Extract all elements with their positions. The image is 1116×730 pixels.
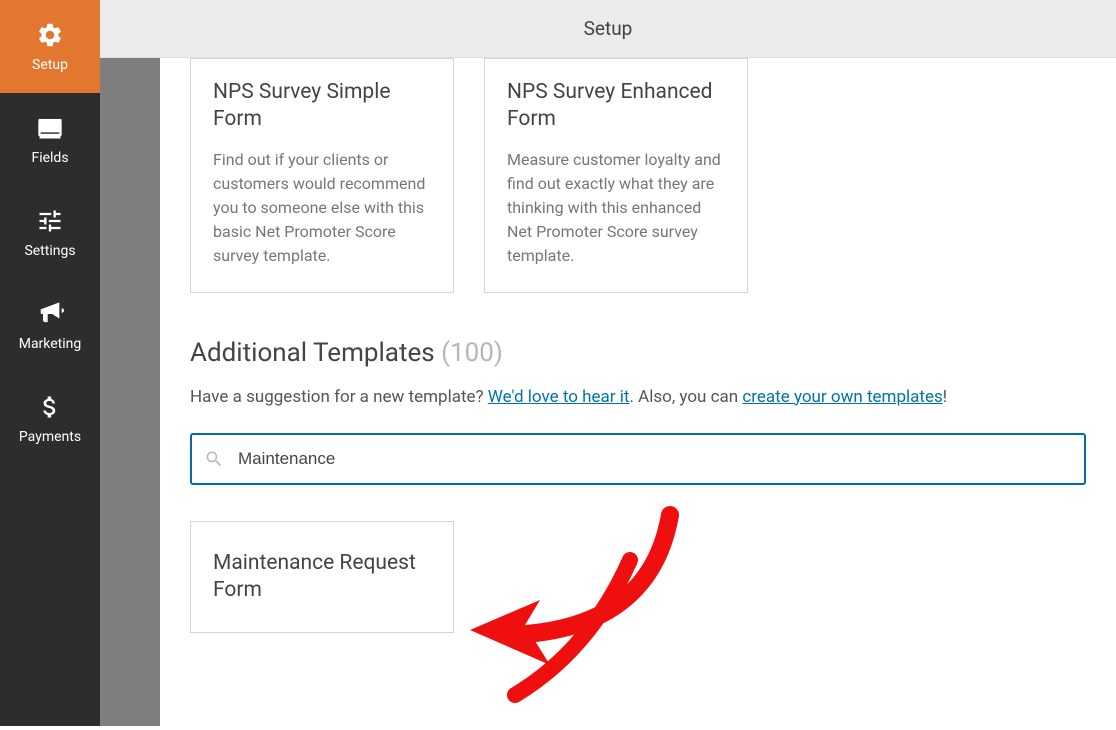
heading-count: (100) bbox=[441, 338, 503, 368]
template-title: NPS Survey Enhanced Form bbox=[507, 79, 725, 134]
sidebar-item-payments[interactable]: Payments bbox=[0, 372, 100, 465]
template-title: NPS Survey Simple Form bbox=[213, 79, 431, 134]
additional-subtext: Have a suggestion for a new template? We… bbox=[190, 384, 1086, 411]
sidebar-label: Fields bbox=[31, 150, 68, 166]
subtext-suffix: ! bbox=[943, 387, 947, 407]
sidebar-label: Settings bbox=[24, 243, 75, 259]
additional-templates-heading: Additional Templates (100) bbox=[190, 338, 1086, 368]
sidebar-item-fields[interactable]: Fields bbox=[0, 93, 100, 186]
sidebar-item-setup[interactable]: Setup bbox=[0, 0, 100, 93]
template-card-nps-enhanced[interactable]: NPS Survey Enhanced Form Measure custome… bbox=[484, 58, 748, 293]
template-description: Find out if your clients or customers wo… bbox=[213, 148, 431, 268]
bullhorn-icon bbox=[36, 300, 64, 328]
sliders-icon bbox=[36, 207, 64, 235]
heading-text: Additional Templates bbox=[190, 338, 435, 368]
result-card-maintenance[interactable]: Maintenance Request Form bbox=[190, 521, 454, 634]
result-title: Maintenance Request Form bbox=[213, 550, 431, 605]
template-row: NPS Survey Simple Form Find out if your … bbox=[190, 58, 1086, 293]
gear-icon bbox=[36, 21, 64, 49]
sidebar: Setup Fields Settings Marketing Payments bbox=[0, 0, 100, 726]
dollar-icon bbox=[36, 393, 64, 421]
sidebar-item-marketing[interactable]: Marketing bbox=[0, 279, 100, 372]
search-icon bbox=[204, 449, 224, 469]
page-title: Setup bbox=[584, 17, 633, 40]
sidebar-label: Marketing bbox=[19, 336, 82, 352]
create-templates-link[interactable]: create your own templates bbox=[742, 387, 942, 407]
suggestion-link[interactable]: We'd love to hear it bbox=[488, 387, 630, 407]
list-icon bbox=[36, 114, 64, 142]
sidebar-label: Setup bbox=[32, 57, 68, 73]
template-card-nps-simple[interactable]: NPS Survey Simple Form Find out if your … bbox=[190, 58, 454, 293]
header-bar: Setup bbox=[100, 0, 1116, 58]
template-description: Measure customer loyalty and find out ex… bbox=[507, 148, 725, 268]
backdrop bbox=[100, 58, 160, 726]
subtext-prefix: Have a suggestion for a new template? bbox=[190, 387, 488, 407]
template-search-input[interactable] bbox=[190, 433, 1086, 485]
main-content: NPS Survey Simple Form Find out if your … bbox=[160, 58, 1116, 726]
sidebar-item-settings[interactable]: Settings bbox=[0, 186, 100, 279]
sidebar-label: Payments bbox=[19, 429, 81, 445]
search-wrap bbox=[190, 433, 1086, 485]
subtext-mid: . Also, you can bbox=[629, 387, 742, 407]
